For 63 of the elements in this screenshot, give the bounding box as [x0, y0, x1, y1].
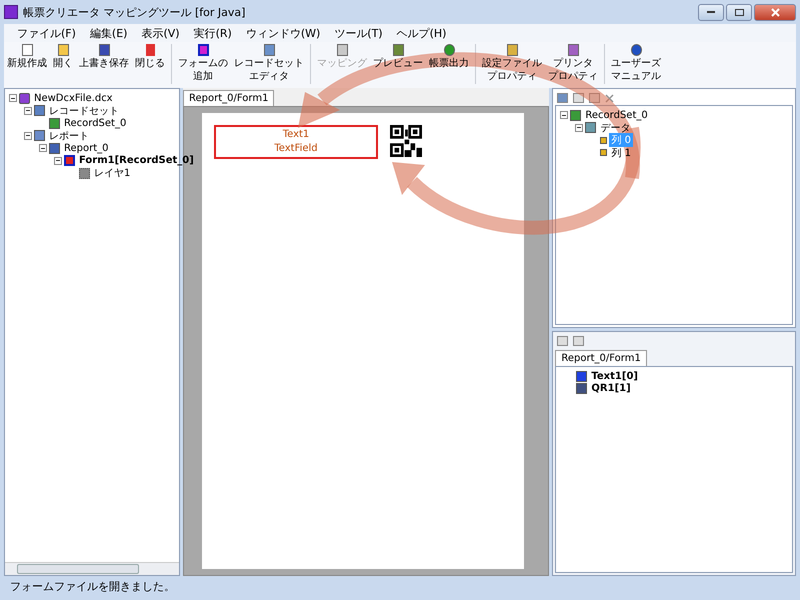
tree-item[interactable]: 列 1 — [609, 146, 633, 160]
status-text: フォームファイルを開きました。 — [10, 578, 175, 594]
node-icon — [19, 92, 30, 104]
horizontal-scrollbar[interactable] — [5, 562, 179, 575]
menu-item[interactable]: ヘルプ(H) — [390, 26, 454, 40]
menu-item[interactable]: 編集(E) — [82, 26, 134, 40]
toolbar-button[interactable]: レコードセット エディタ — [231, 44, 307, 83]
tree-item[interactable]: RecordSet_0 — [62, 118, 128, 129]
field-item[interactable]: Text1[0] — [589, 370, 640, 382]
field-icon — [576, 383, 588, 394]
node-icon — [79, 168, 90, 179]
node-icon — [49, 118, 60, 129]
collapse-icon[interactable] — [54, 156, 62, 165]
tree-item[interactable]: レイヤ1 — [92, 166, 132, 180]
tree-item[interactable]: レポート — [47, 128, 91, 143]
menu-item[interactable]: 表示(V) — [134, 26, 187, 40]
menu-item[interactable]: ファイル(F) — [10, 26, 83, 40]
toolbar-button[interactable]: フォームの 追加 — [175, 44, 231, 83]
fields-tab[interactable]: Report_0/Form1 — [555, 350, 647, 366]
toolbar-button[interactable]: ユーザーズ マニュアル — [608, 44, 664, 83]
delete-icon[interactable] — [605, 94, 614, 102]
menu-item[interactable]: ツール(T) — [327, 26, 390, 40]
field-item[interactable]: QR1[1] — [589, 383, 633, 394]
menu-item[interactable]: ウィンドウ(W) — [238, 26, 328, 40]
toolbar-button[interactable]: 新規作成 — [4, 44, 50, 70]
tree-item[interactable]: RecordSet_0 — [583, 110, 650, 121]
tree-item[interactable]: Report_0 — [62, 142, 111, 154]
toolbar-button[interactable]: 帳票出力 — [426, 44, 472, 70]
editor-tab[interactable]: Report_0/Form1 — [183, 90, 274, 106]
node-icon — [64, 155, 75, 166]
tree-item[interactable]: データ — [598, 120, 632, 135]
toolbar-button[interactable]: 開く — [50, 44, 76, 70]
text-field-element[interactable]: Text1 TextField — [214, 125, 378, 159]
node-icon — [34, 105, 45, 116]
close-icon — [770, 8, 780, 16]
collapse-icon[interactable] — [9, 94, 17, 102]
field-icon — [576, 370, 588, 382]
collapse-icon[interactable] — [575, 124, 584, 132]
collapse-icon[interactable] — [24, 132, 32, 140]
node-icon — [585, 122, 596, 134]
close-button[interactable] — [754, 4, 796, 20]
toolbar-button[interactable]: 上書き保存 — [76, 44, 132, 70]
maximize-button[interactable] — [726, 4, 752, 20]
qr-code-icon[interactable] — [390, 125, 422, 157]
minimize-button[interactable] — [698, 4, 724, 20]
menu-item[interactable]: 実行(R) — [186, 26, 239, 40]
toolbar-button[interactable]: 設定ファイル プロパティ — [479, 44, 545, 83]
collapse-icon[interactable] — [39, 144, 47, 152]
app-icon — [4, 5, 18, 19]
tree-item[interactable]: Form1[RecordSet_0] — [77, 155, 196, 166]
toolbar-button[interactable]: プレビュー — [370, 44, 426, 70]
node-icon — [600, 149, 608, 156]
node-icon — [570, 110, 582, 121]
node-icon — [49, 142, 60, 154]
tree-item[interactable]: レコードセット — [47, 104, 121, 118]
node-icon — [34, 130, 45, 142]
toolbar-button[interactable]: 閉じる — [132, 44, 168, 70]
collapse-icon[interactable] — [560, 111, 568, 120]
tree-item[interactable]: NewDcxFile.dcx — [32, 92, 115, 104]
node-icon — [600, 136, 608, 144]
toolbar-button[interactable]: プリンタ プロパティ — [545, 44, 601, 83]
window-title: 帳票クリエータ マッピングツール [for Java] — [23, 4, 246, 20]
collapse-icon[interactable] — [24, 106, 32, 115]
